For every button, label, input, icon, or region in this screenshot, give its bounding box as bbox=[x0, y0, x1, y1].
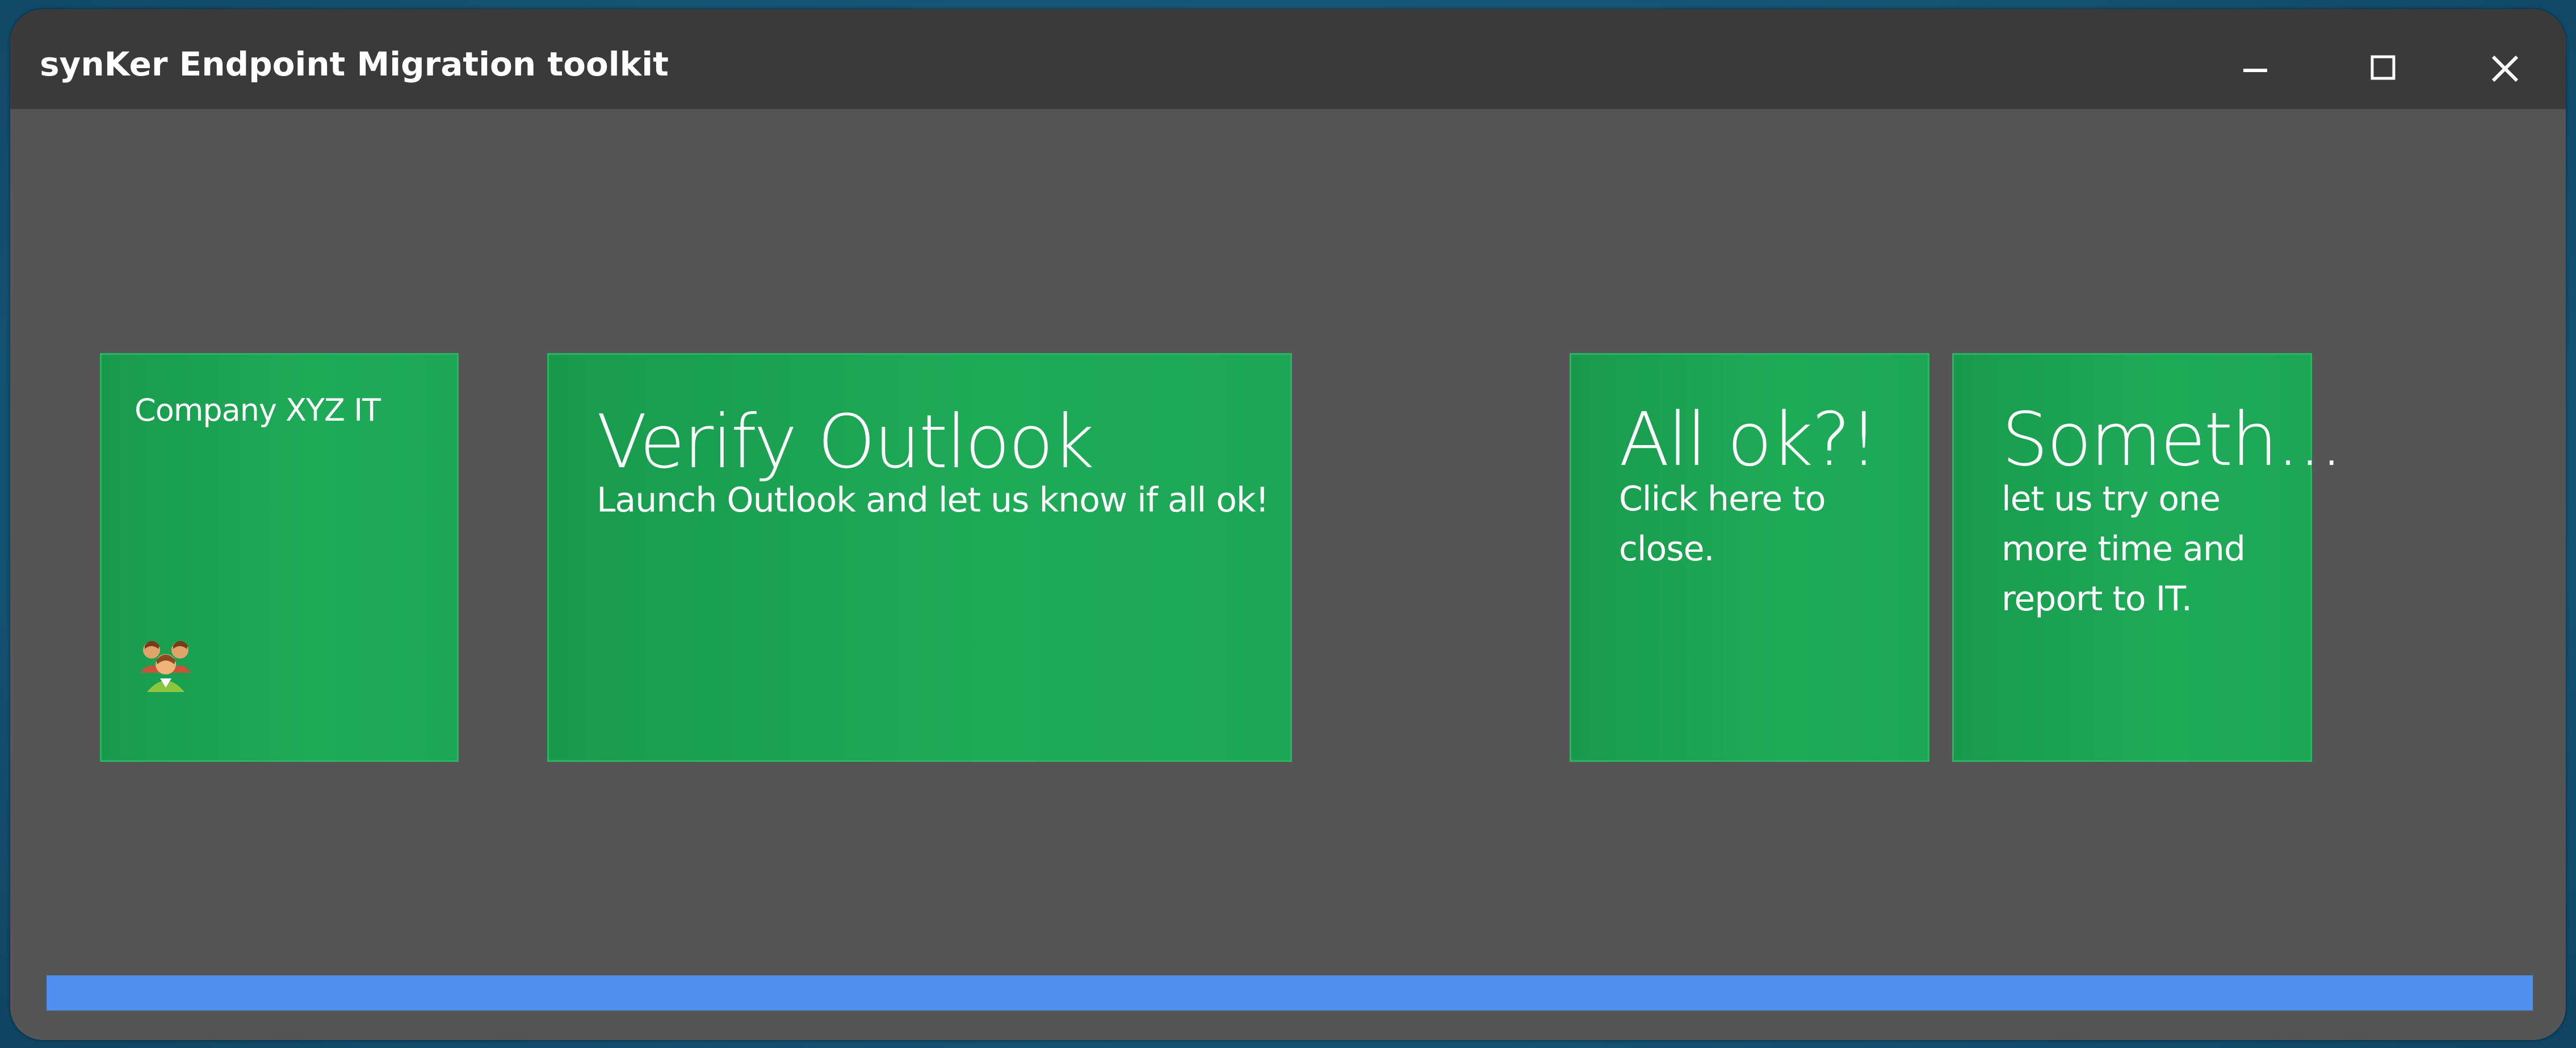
maximize-icon bbox=[2371, 55, 2395, 80]
tile-verify-outlook[interactable]: Verify Outlook Launch Outlook and let us… bbox=[547, 353, 1292, 762]
tile-company-it[interactable]: Company XYZ IT bbox=[100, 353, 459, 762]
tile-allok-title: All ok?! bbox=[1619, 396, 1878, 483]
tile-someth-description-line: let us try one bbox=[2002, 479, 2221, 519]
title-bar[interactable]: synKer Endpoint Migration toolkit bbox=[10, 9, 2566, 109]
progress-bar bbox=[47, 975, 2533, 1011]
tile-allok-description: Click here to close. bbox=[1619, 474, 1826, 574]
minimize-button[interactable] bbox=[2224, 37, 2286, 100]
tile-someth-title: Someth... bbox=[2002, 396, 2343, 483]
close-icon bbox=[2491, 55, 2519, 82]
close-button[interactable] bbox=[2474, 37, 2536, 100]
tile-someth-description-line: report to IT. bbox=[2002, 579, 2192, 619]
progress-bar-fill bbox=[47, 975, 2533, 1011]
tile-someth-description-line: more time and bbox=[2002, 529, 2246, 569]
maximize-button[interactable] bbox=[2352, 37, 2414, 100]
tile-allok-description-line: close. bbox=[1619, 529, 1715, 569]
tile-all-ok[interactable]: All ok?! Click here to close. bbox=[1570, 353, 1929, 762]
tile-company-title: Company XYZ IT bbox=[135, 392, 381, 428]
tile-allok-description-line: Click here to bbox=[1619, 479, 1826, 519]
tile-someth-description: let us try one more time and report to I… bbox=[2002, 474, 2246, 624]
minimize-icon bbox=[2243, 69, 2267, 72]
app-window: synKer Endpoint Migration toolkit Compan… bbox=[10, 9, 2566, 1040]
tile-something-wrong[interactable]: Someth... let us try one more time and r… bbox=[1952, 353, 2343, 762]
users-group-icon bbox=[140, 641, 191, 692]
tile-verify-description: Launch Outlook and let us know if all ok… bbox=[597, 480, 1269, 520]
tile-verify-title: Verify Outlook bbox=[597, 399, 1094, 485]
window-title: synKer Endpoint Migration toolkit bbox=[40, 45, 669, 83]
